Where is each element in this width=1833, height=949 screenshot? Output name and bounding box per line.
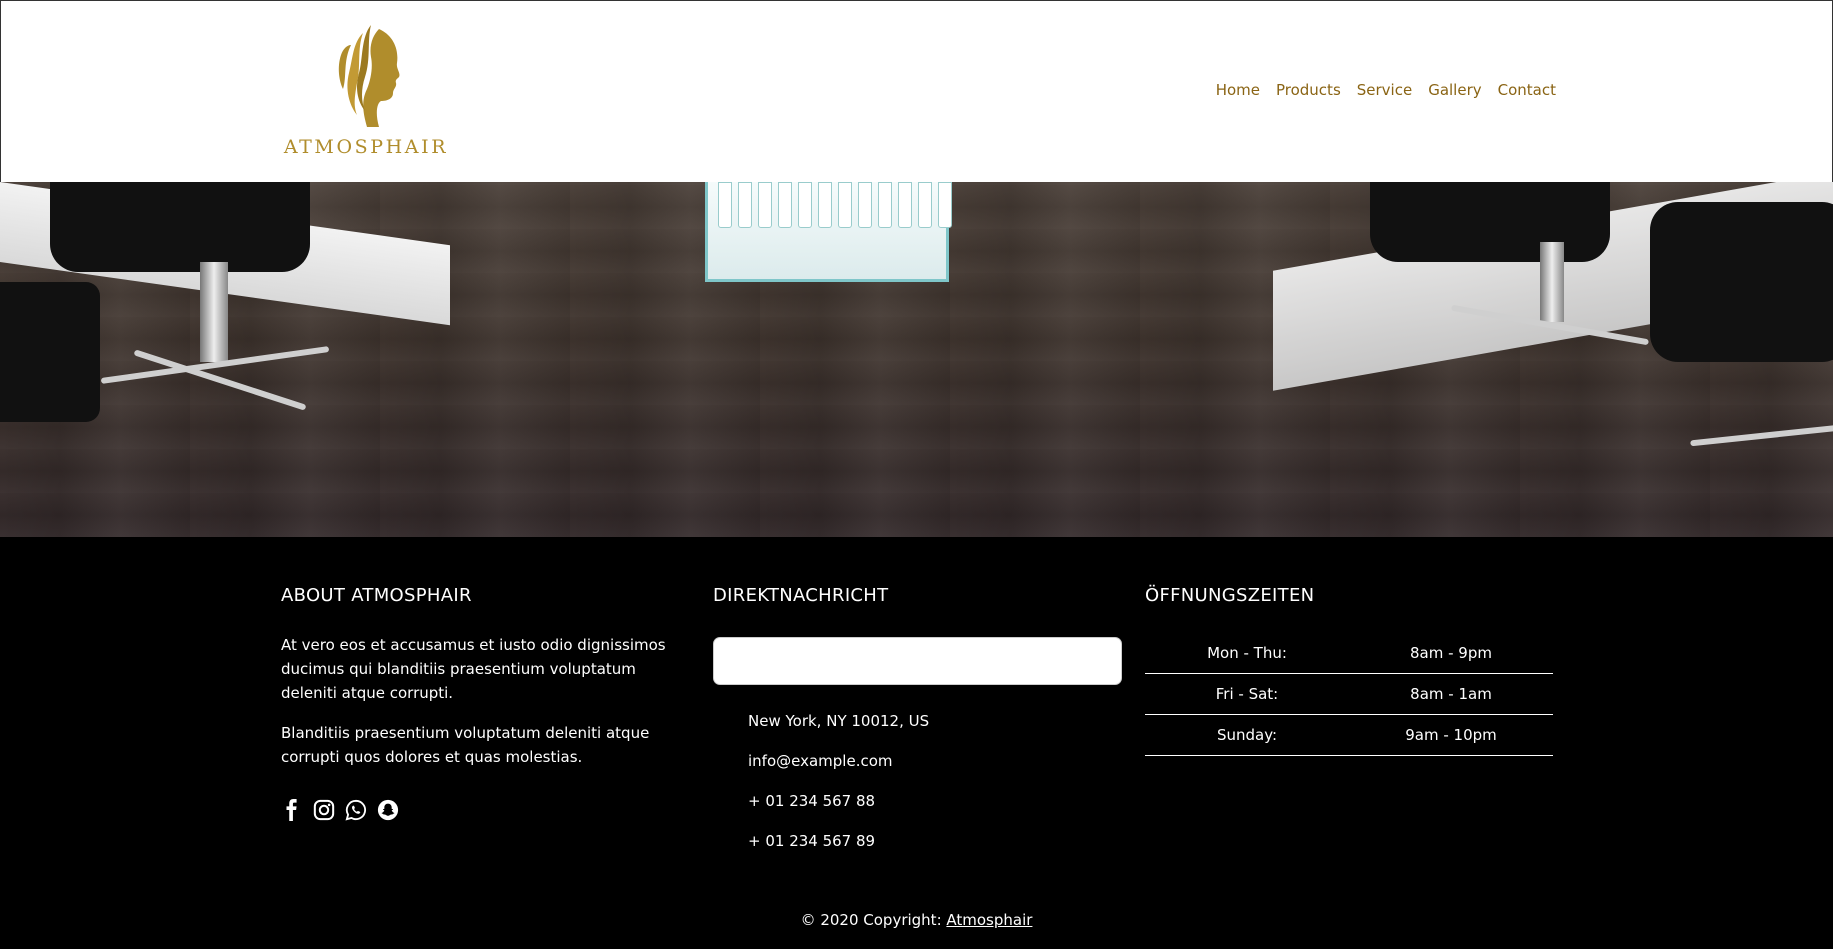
contact-email: info@example.com	[748, 752, 893, 770]
hours-day: Mon - Thu:	[1207, 644, 1287, 662]
contact-phone-2: + 01 234 567 89	[748, 832, 876, 850]
nav-gallery[interactable]: Gallery	[1428, 81, 1481, 99]
hours-time: 9am - 10pm	[1405, 726, 1497, 744]
instagram-icon[interactable]	[313, 799, 335, 821]
about-paragraph-1: At vero eos et accusamus et iusto odio d…	[281, 636, 666, 702]
salon-chair-right	[1300, 182, 1650, 362]
brand-name: ATMOSPHAIR	[283, 136, 449, 158]
contact-phone-1: + 01 234 567 88	[748, 792, 876, 810]
hours-row: Fri - Sat: 8am - 1am	[1145, 674, 1553, 715]
contact-address: New York, NY 10012, US	[748, 712, 930, 730]
hours-row: Mon - Thu: 8am - 9pm	[1145, 633, 1553, 674]
message-input[interactable]	[713, 637, 1122, 685]
nav-products[interactable]: Products	[1276, 81, 1341, 99]
site-footer: ABOUT ATMOSPHAIR At vero eos et accusamu…	[0, 537, 1833, 949]
site-header: ATMOSPHAIR Home Products Service Gallery…	[0, 0, 1833, 182]
salon-chair-left-edge	[0, 262, 120, 462]
product-shelf	[705, 182, 952, 282]
hours-title: ÖFFNUNGSZEITEN	[1145, 585, 1315, 606]
hours-row: Sunday: 9am - 10pm	[1145, 715, 1553, 756]
copyright-link[interactable]: Atmosphair	[946, 911, 1032, 929]
whatsapp-icon[interactable]	[345, 799, 367, 821]
social-links	[281, 799, 399, 821]
hours-day: Sunday:	[1216, 726, 1278, 744]
hours-time: 8am - 9pm	[1410, 644, 1492, 662]
nav-contact[interactable]: Contact	[1498, 81, 1556, 99]
about-title: ABOUT ATMOSPHAIR	[281, 585, 472, 606]
brand-logo[interactable]: ATMOSPHAIR	[281, 23, 451, 163]
about-paragraph-2: Blanditiis praesentium voluptatum deleni…	[281, 724, 650, 766]
woman-profile-logo-icon	[338, 25, 400, 127]
nav-service[interactable]: Service	[1357, 81, 1412, 99]
hero-salon-image	[0, 182, 1833, 537]
nav-home[interactable]: Home	[1216, 81, 1260, 99]
main-nav: Home Products Service Gallery Contact	[1216, 81, 1556, 99]
hours-day: Fri - Sat:	[1215, 685, 1279, 703]
hours-time: 8am - 1am	[1410, 685, 1492, 703]
direct-title: DIREKTNACHRICHT	[713, 585, 889, 606]
snapchat-icon[interactable]	[377, 799, 399, 821]
copyright-text: © 2020 Copyright:	[800, 911, 947, 929]
salon-chair-far-right	[1620, 182, 1833, 482]
facebook-icon[interactable]	[281, 799, 303, 821]
copyright: © 2020 Copyright: Atmosphair	[0, 911, 1833, 929]
